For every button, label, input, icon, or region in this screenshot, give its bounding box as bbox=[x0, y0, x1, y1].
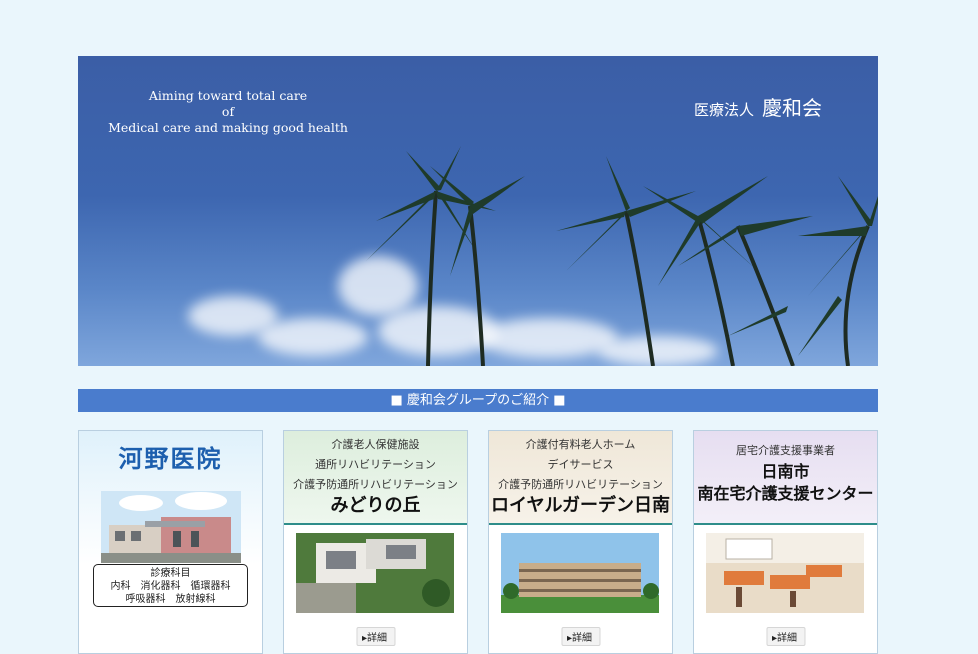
details-button[interactable]: ▸詳細 bbox=[560, 627, 601, 646]
tagline-line-1: Aiming toward total care bbox=[148, 88, 308, 103]
tagline-line-2: of bbox=[221, 104, 235, 119]
facility-building-photo bbox=[501, 533, 659, 613]
clinic-building-image bbox=[101, 491, 241, 563]
service-line-2: 通所リハビリテーション bbox=[315, 458, 436, 471]
details-label: 詳細 bbox=[367, 633, 388, 644]
department-box: 診療科目 内科 消化器科 循環器科 呼吸器科 放射線科 bbox=[93, 564, 248, 607]
card-header: 介護老人保健施設 通所リハビリテーション 介護予防通所リハビリテーション みどり… bbox=[284, 431, 467, 523]
header-divider bbox=[489, 523, 672, 525]
header-divider bbox=[284, 523, 467, 525]
tagline-line-3: Medical care and making good health bbox=[108, 120, 348, 135]
dept-line-1: 内科 消化器科 循環器科 bbox=[110, 581, 231, 592]
details-button[interactable]: ▸詳細 bbox=[355, 627, 396, 646]
card-royal-garden[interactable]: 介護付有料老人ホーム デイサービス 介護予防通所リハビリテーション ロイヤルガー… bbox=[488, 430, 673, 654]
service-line-1: 介護老人保健施設 bbox=[331, 438, 420, 451]
facility-name-line-1: 日南市 bbox=[761, 462, 810, 481]
details-button[interactable]: ▸詳細 bbox=[765, 627, 806, 646]
organization-name: 医療法人 慶和会 bbox=[694, 92, 822, 121]
service-line-1: 居宅介護支援事業者 bbox=[736, 444, 835, 457]
org-type: 医療法人 bbox=[693, 101, 754, 119]
details-label: 詳細 bbox=[777, 633, 798, 644]
service-line-1: 介護付有料老人ホーム bbox=[525, 438, 636, 451]
service-line-2: デイサービス bbox=[547, 458, 614, 471]
card-kono-clinic[interactable]: 河野医院 診療科目 内科 消化器科 循環器科 呼吸器科 放射線科 bbox=[78, 430, 263, 654]
hero-tagline: Aiming toward total care of Medical care… bbox=[108, 88, 348, 136]
card-header: 介護付有料老人ホーム デイサービス 介護予防通所リハビリテーション ロイヤルガー… bbox=[489, 431, 672, 523]
service-line-3: 介護予防通所リハビリテーション bbox=[498, 478, 663, 491]
details-label: 詳細 bbox=[572, 633, 593, 644]
card-midori-no-oka[interactable]: 介護老人保健施設 通所リハビリテーション 介護予防通所リハビリテーション みどり… bbox=[283, 430, 468, 654]
clinic-title: 河野医院 bbox=[118, 445, 223, 473]
org-name: 慶和会 bbox=[762, 96, 822, 120]
facility-name: みどりの丘 bbox=[330, 495, 421, 516]
facility-name: ロイヤルガーデン日南 bbox=[491, 495, 670, 516]
card-home-care-center[interactable]: 居宅介護支援事業者 日南市 南在宅介護支援センター ▸詳細 bbox=[693, 430, 878, 654]
facility-aerial-photo bbox=[296, 533, 454, 613]
facility-name-line-2: 南在宅介護支援センター bbox=[697, 484, 874, 503]
card-header: 居宅介護支援事業者 日南市 南在宅介護支援センター bbox=[694, 431, 877, 523]
service-line-3: 介護予防通所リハビリテーション bbox=[293, 478, 458, 491]
facility-interior-photo bbox=[706, 533, 864, 613]
header-divider bbox=[694, 523, 877, 525]
hero-banner: Aiming toward total care of Medical care… bbox=[78, 56, 878, 366]
dept-title: 診療科目 bbox=[150, 568, 191, 579]
section-title-bar: ■ 慶和会グループのご紹介 ■ bbox=[78, 389, 878, 412]
dept-line-2: 呼吸器科 放射線科 bbox=[125, 594, 216, 605]
